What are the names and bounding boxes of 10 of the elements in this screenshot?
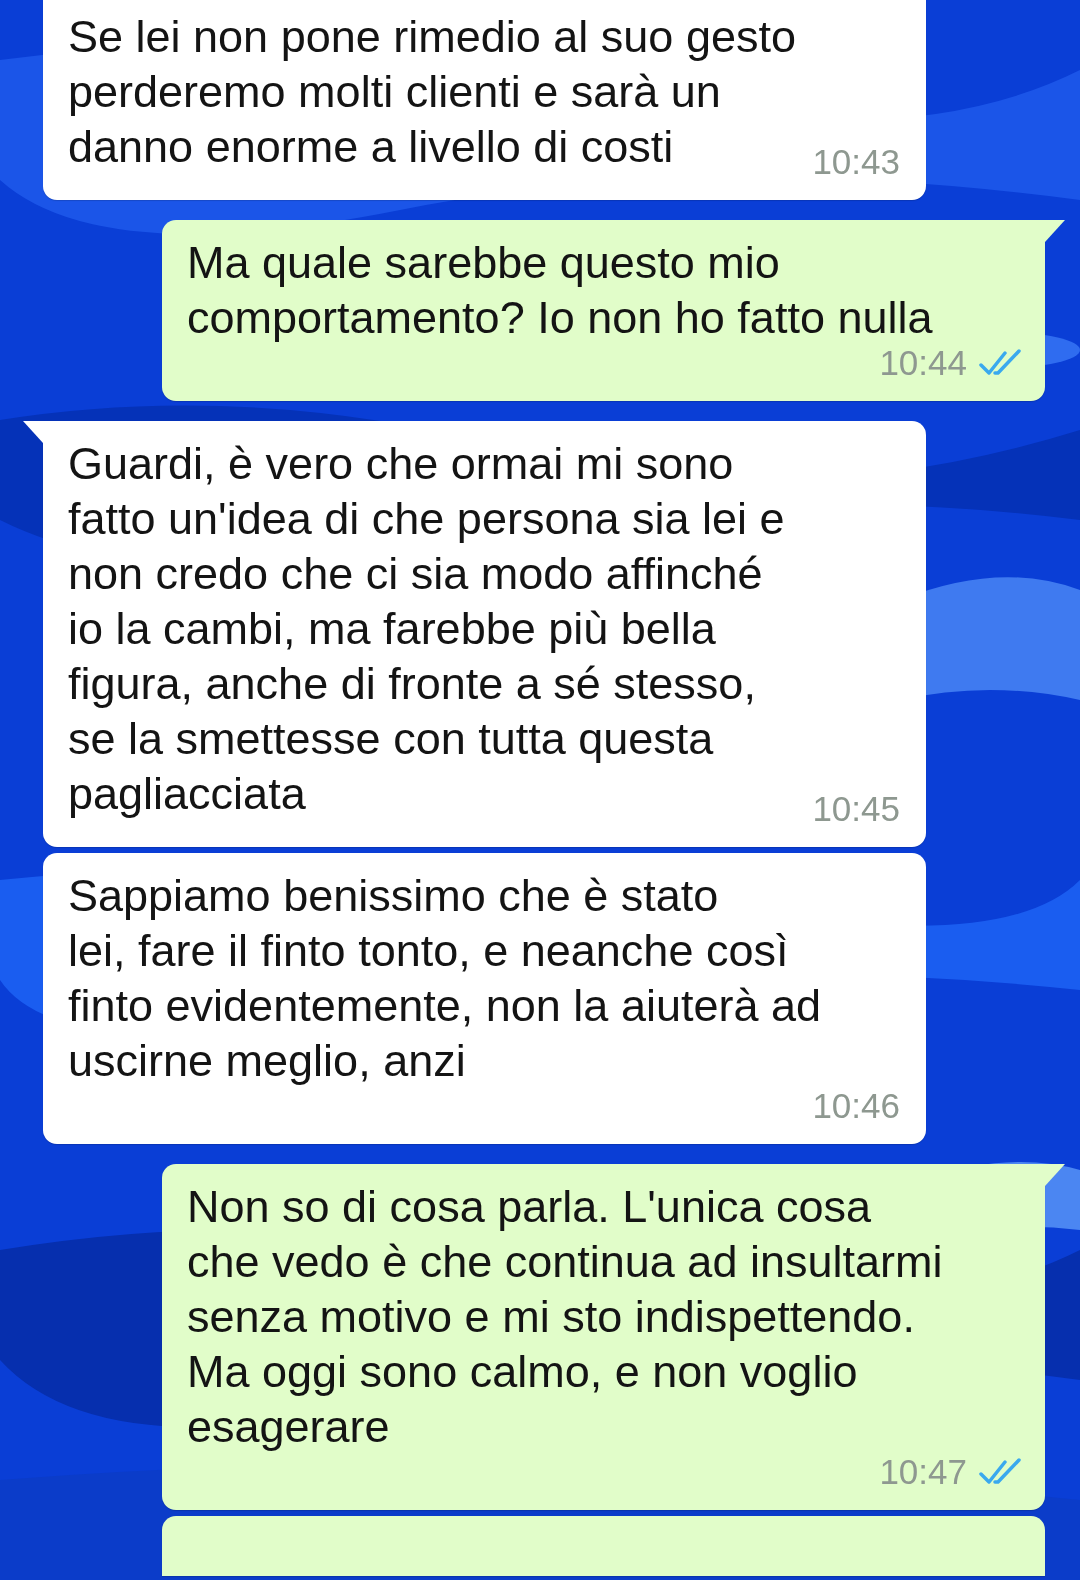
message-text: Non so di cosa parla. L'unica cosa che vedo è che continua ad insultarmi senza motivo e mi sto indispettendo. Ma oggi sono calmo, e non voglio esagerare bbox=[187, 1180, 943, 1454]
message-text: Sappiamo benissimo che è stato lei, fare il finto tonto, e neanche così finto evidentemente, non la aiuterà ad uscirne meglio, anzi bbox=[68, 869, 822, 1088]
message-time: 10:46 bbox=[812, 1088, 900, 1124]
message-text: Se lei non pone rimedio al suo gesto perderemo molti clienti e sarà un danno enorme a livello di costi bbox=[68, 10, 796, 174]
message-time: 10:45 bbox=[812, 791, 900, 827]
message-text: Guardi, è vero che ormai mi sono fatto un'idea di che persona sia lei e non credo che ci sia modo affinché io la cambi, ma farebbe più bella figura, anche di fronte a sé stesso, se la smettesse con tutta questa pagliacciata bbox=[68, 437, 785, 821]
message-time: 10:43 bbox=[812, 144, 900, 180]
message-time: 10:44 bbox=[879, 345, 967, 381]
message-time: 10:47 bbox=[879, 1454, 967, 1490]
message-text: Ma quale sarebbe questo mio comportamento? Io non ho fatto nulla bbox=[187, 236, 933, 345]
